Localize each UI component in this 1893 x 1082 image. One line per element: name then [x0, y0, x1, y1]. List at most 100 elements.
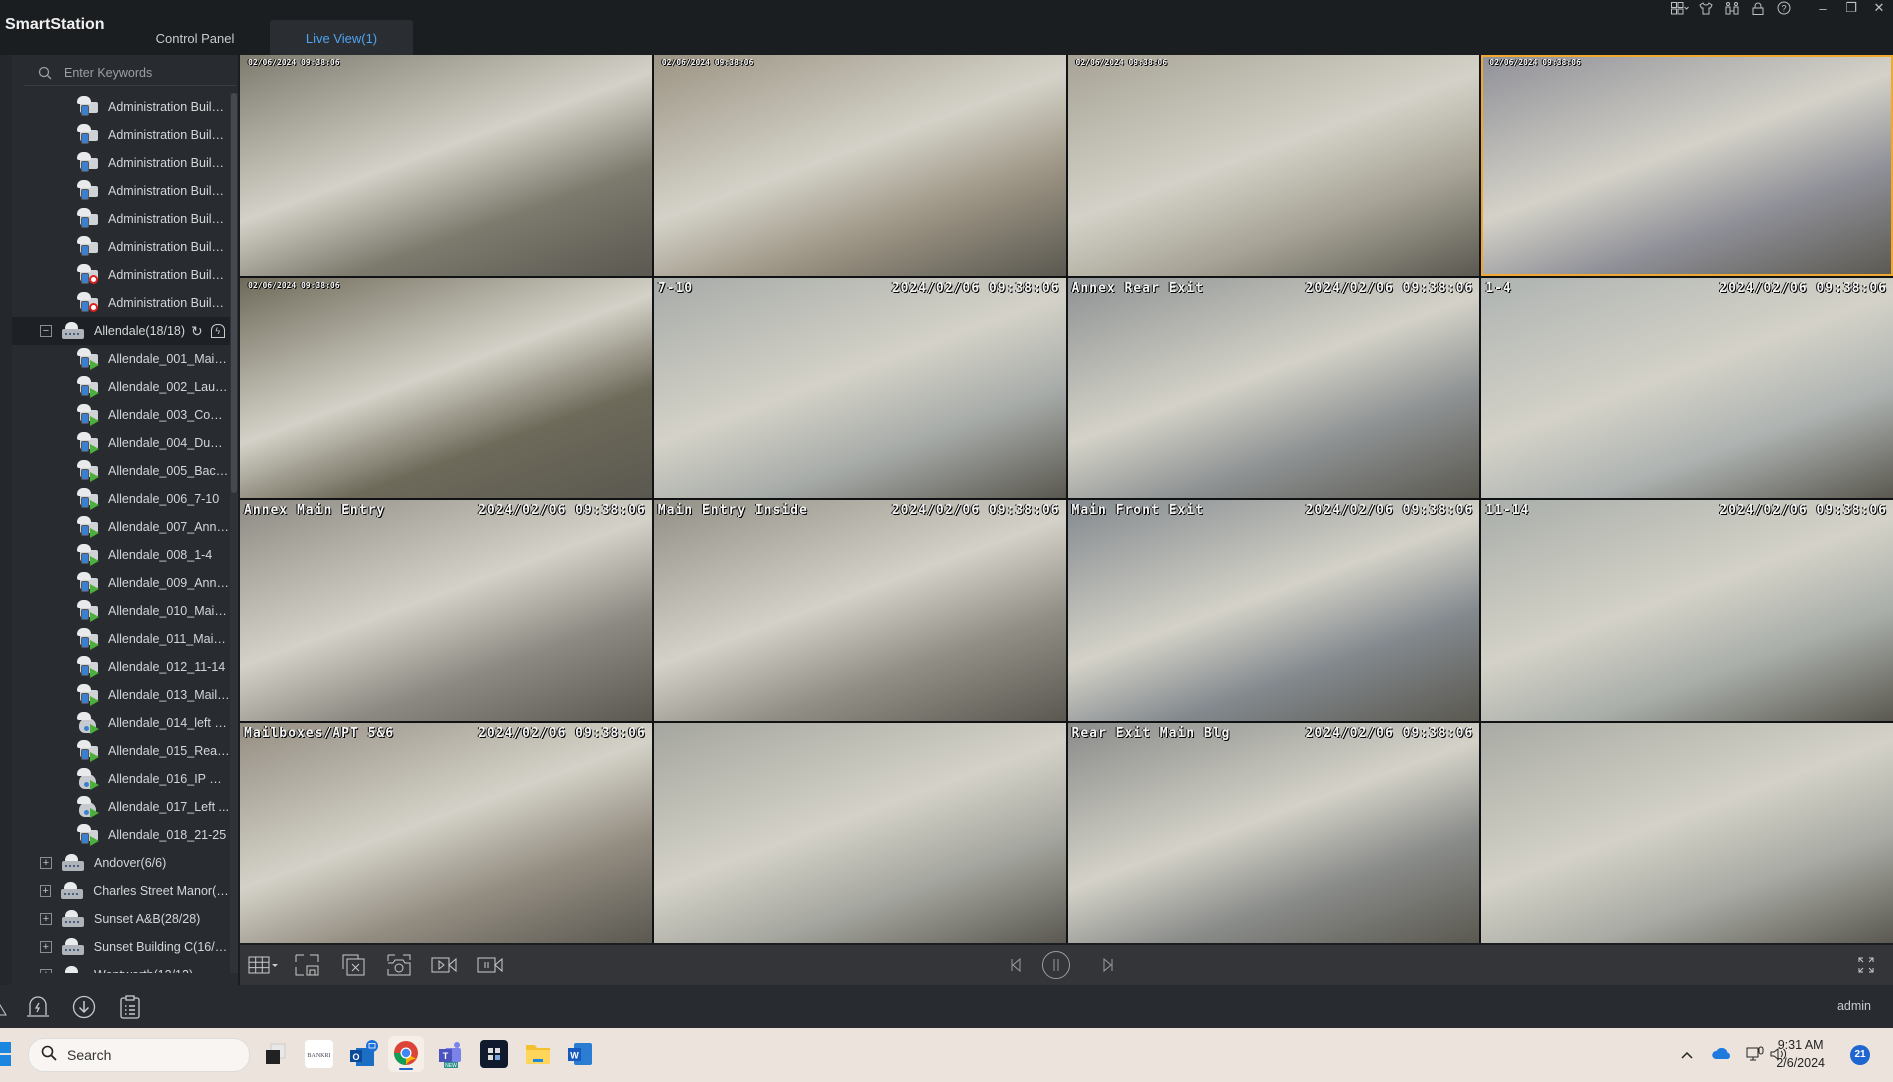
start-button[interactable] [0, 1040, 14, 1068]
tree-camera-item[interactable]: Administration Buildi... [12, 149, 230, 177]
lock-icon[interactable] [1745, 0, 1771, 16]
alarm-output-icon[interactable]: ϟ [210, 324, 225, 338]
left-collapse-strip[interactable] [0, 55, 12, 985]
video-tile[interactable]: Main Entry Inside 2024/02/06 09:38:06 [653, 500, 1066, 721]
collapse-icon[interactable]: − [40, 325, 52, 337]
teams-app-icon[interactable]: T NEW [436, 1040, 464, 1069]
tree-camera-item[interactable]: Allendale_010_Main ... [12, 597, 230, 625]
tree-camera-item[interactable]: Allendale_001_Main ... [12, 345, 230, 373]
outlook-app-icon[interactable]: O [348, 1040, 378, 1068]
expand-icon[interactable]: + [40, 857, 52, 869]
expand-icon[interactable]: + [40, 941, 52, 953]
bankri-app-icon[interactable]: BANKRI [305, 1040, 333, 1068]
taskbar-clock[interactable]: 9:31 AM 2/6/2024 [1776, 1036, 1825, 1072]
close-button[interactable]: ✕ [1865, 0, 1893, 16]
taskbar-search-input[interactable]: Search [67, 1047, 111, 1063]
device-icon[interactable] [1719, 0, 1745, 16]
video-tile[interactable]: 02/06/2024 09:38:06 [240, 277, 652, 498]
taskbar-search[interactable]: Search [28, 1038, 250, 1072]
help-icon[interactable]: ? [1771, 0, 1797, 16]
notification-badge[interactable]: 21 [1850, 1045, 1870, 1065]
tree-camera-item[interactable]: Allendale_006_7-10 [12, 485, 230, 513]
video-tile[interactable]: Mailboxes/APT 5&6 2024/02/06 09:38:06 [240, 722, 652, 943]
tree-camera-item[interactable]: Allendale_004_Dum... [12, 429, 230, 457]
tree-scrollbar[interactable] [230, 93, 238, 973]
next-icon[interactable] [1094, 954, 1122, 976]
tree-camera-item[interactable]: Administration Buildi... [12, 93, 230, 121]
video-tile[interactable]: 02/06/2024 09:38:06 [1067, 55, 1480, 276]
expand-icon[interactable]: + [40, 913, 52, 925]
tree-camera-item[interactable]: Administration Buildi... [12, 177, 230, 205]
tree-camera-item[interactable]: Allendale_018_21-25 [12, 821, 230, 849]
video-tile[interactable] [1481, 722, 1893, 943]
tree-camera-item[interactable]: Administration Buildi... [12, 121, 230, 149]
restore-button[interactable]: ❐ [1837, 0, 1865, 16]
tree-camera-item[interactable]: Allendale_012_11-14 [12, 653, 230, 681]
close-all-icon[interactable] [340, 954, 368, 976]
minimize-button[interactable]: – [1809, 0, 1837, 16]
capture-all-icon[interactable] [385, 954, 413, 976]
video-tile[interactable]: 02/06/2024 09:38:06 [653, 55, 1066, 276]
skin-icon[interactable] [1693, 0, 1719, 16]
keyword-search[interactable]: Enter Keywords [24, 61, 236, 86]
video-tile[interactable]: 7-10 2024/02/06 09:38:06 [653, 277, 1066, 498]
tree-camera-item[interactable]: Allendale_005_Back ... [12, 457, 230, 485]
video-tile[interactable]: Rear Exit Main Blg 2024/02/06 09:38:06 [1067, 722, 1480, 943]
download-icon[interactable] [72, 995, 96, 1019]
video-tile[interactable]: 11-14 2024/02/06 09:38:06 [1481, 500, 1893, 721]
tree-camera-item[interactable]: Allendale_009_Anne... [12, 569, 230, 597]
tree-camera-item[interactable]: Allendale_008_1-4 [12, 541, 230, 569]
show-hidden-icons-icon[interactable] [1680, 1048, 1698, 1063]
tree-group[interactable]: + Andover(6/6) [12, 849, 230, 877]
warning-icon[interactable] [0, 995, 18, 1019]
tab-live-view[interactable]: Live View(1) [270, 20, 413, 55]
tree-camera-item[interactable]: Allendale_002_Laun... [12, 373, 230, 401]
onedrive-icon[interactable] [1698, 1047, 1746, 1063]
video-tile[interactable]: 1-4 2024/02/06 09:38:06 [1481, 277, 1893, 498]
refresh-icon[interactable]: ↻ [191, 323, 203, 340]
tree-camera-item[interactable]: Allendale_014_left b... [12, 709, 230, 737]
tree-camera-item[interactable]: Administration Buildi... [12, 233, 230, 261]
previous-icon[interactable] [1002, 954, 1030, 976]
tree-camera-item[interactable]: Allendale_003_Com... [12, 401, 230, 429]
word-app-icon[interactable]: W [566, 1040, 594, 1068]
task-view-icon[interactable] [262, 1040, 290, 1068]
tree-group[interactable]: − Allendale(18/18) ↻ ϟ [12, 317, 230, 345]
task-list-icon[interactable] [118, 995, 142, 1019]
tree-camera-item[interactable]: Administration Buildi... [12, 261, 230, 289]
video-tile[interactable]: Annex Rear Exit 2024/02/06 09:38:06 [1067, 277, 1480, 498]
alarm-icon[interactable] [26, 995, 50, 1019]
network-icon[interactable] [1746, 1046, 1770, 1065]
smartstation-app-icon[interactable] [480, 1040, 508, 1068]
tree-camera-item[interactable]: Allendale_007_Anne... [12, 513, 230, 541]
video-tile[interactable] [653, 722, 1066, 943]
scrollbar-thumb[interactable] [231, 93, 237, 493]
expand-icon[interactable]: + [40, 969, 52, 973]
start-recording-icon[interactable] [430, 954, 458, 976]
tab-control-panel[interactable]: Control Panel [140, 20, 250, 55]
search-input[interactable]: Enter Keywords [64, 66, 152, 80]
tree-group[interactable]: + Wentworth(12/12) [12, 961, 230, 973]
tree-group[interactable]: + Charles Street Manor(19... [12, 877, 230, 905]
window-layout-icon[interactable] [246, 954, 280, 976]
expand-icon[interactable]: + [40, 885, 52, 897]
tree-camera-item[interactable]: Administration Buildi... [12, 289, 230, 317]
tree-camera-item[interactable]: Allendale_015_Rear ... [12, 737, 230, 765]
fullscreen-icon[interactable] [1852, 954, 1880, 976]
file-explorer-app-icon[interactable] [524, 1040, 552, 1068]
video-tile[interactable]: 02/06/2024 09:38:06 [1481, 55, 1893, 276]
tree-camera-item[interactable]: Allendale_016_IP Ca... [12, 765, 230, 793]
video-tile[interactable]: Main Front Exit 2024/02/06 09:38:06 [1067, 500, 1480, 721]
video-tile[interactable]: Annex Main Entry 2024/02/06 09:38:06 [240, 500, 652, 721]
tree-camera-item[interactable]: Allendale_011_Main ... [12, 625, 230, 653]
tree-camera-item[interactable]: Allendale_017_Left ... [12, 793, 230, 821]
pause-icon[interactable] [1040, 951, 1072, 979]
tree-camera-item[interactable]: Allendale_013_Mailb... [12, 681, 230, 709]
tree-camera-item[interactable]: Administration Buildi... [12, 205, 230, 233]
layout-grid-icon[interactable] [1667, 0, 1693, 16]
tree-group[interactable]: + Sunset Building C(16/16) [12, 933, 230, 961]
stop-recording-icon[interactable] [476, 954, 504, 976]
tree-group[interactable]: + Sunset A&B(28/28) [12, 905, 230, 933]
save-view-icon[interactable] [293, 954, 321, 976]
video-tile[interactable]: 02/06/2024 09:38:06 [240, 55, 652, 276]
